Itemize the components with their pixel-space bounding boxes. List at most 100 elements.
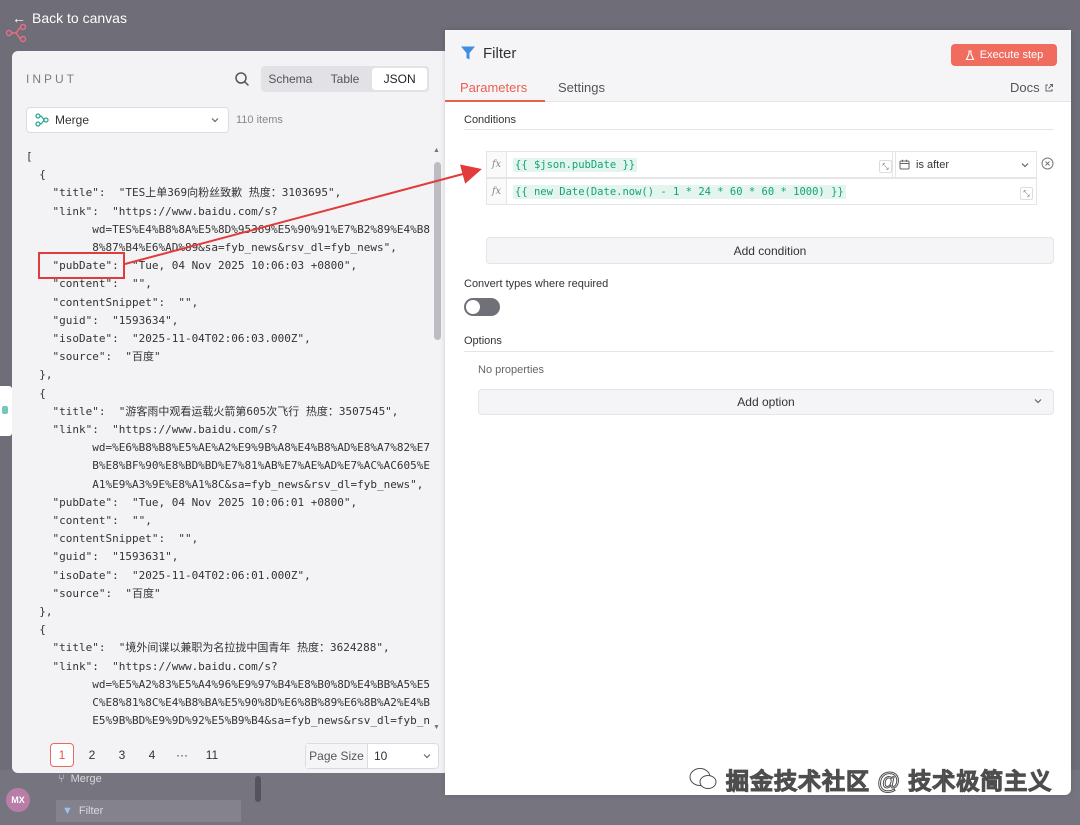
node-title[interactable]: Filter	[483, 45, 516, 62]
chevron-down-icon	[1021, 162, 1029, 167]
tab-settings[interactable]: Settings	[558, 80, 605, 95]
scrollbar-thumb[interactable]	[434, 162, 441, 340]
chevron-down-icon	[1034, 399, 1042, 404]
tab-schema[interactable]: Schema	[263, 68, 318, 90]
filter-header: Filter Execute step Parameters Settings …	[445, 30, 1071, 102]
convert-types-toggle[interactable]	[464, 298, 500, 316]
collapsed-panel-tab[interactable]	[0, 386, 12, 436]
toggle-knob	[466, 300, 480, 314]
json-line: "title": "游客雨中观看运载火箭第605次飞行 热度：3507545",	[26, 404, 399, 418]
conditions-title: Conditions	[464, 114, 516, 126]
scroll-down-arrow[interactable]: ▼	[433, 724, 440, 731]
json-line: wd=TES%E4%B8%8A%E5%8D%95369%E5%90%91%E7%…	[26, 222, 430, 236]
page-button[interactable]: 4	[140, 743, 164, 767]
execute-step-button[interactable]: Execute step	[951, 44, 1057, 66]
remove-condition-icon[interactable]	[1041, 157, 1054, 170]
docs-link[interactable]: Docs	[1010, 80, 1054, 95]
left-value-field[interactable]: fx {{ $json.pubDate }} ⤡	[486, 151, 896, 178]
left-value-expression: {{ $json.pubDate }}	[513, 157, 638, 172]
search-icon[interactable]	[234, 71, 250, 87]
fx-icon: fx	[487, 179, 507, 204]
chevron-down-icon	[423, 754, 431, 759]
page-button[interactable]: 1	[50, 743, 74, 767]
page-button[interactable]: 11	[200, 743, 224, 767]
json-line: B%E8%BF%90%E8%BD%BD%E7%81%AB%E7%AE%AD%E7…	[26, 459, 430, 473]
scroll-up-arrow[interactable]: ▲	[433, 147, 440, 154]
json-line: "guid": "1593631",	[26, 550, 179, 564]
filter-icon	[461, 46, 475, 60]
json-line: "link": "https://www.baidu.com/s?	[26, 204, 278, 218]
input-node-value: Merge	[55, 113, 90, 127]
json-line: "link": "https://www.baidu.com/s?	[26, 659, 278, 673]
workflow-logo-icon	[5, 23, 27, 43]
json-line: "source": "百度"	[26, 350, 161, 364]
json-line: E5%9B%BD%E9%9D%92%E5%B9%B4&sa=fyb_news&r…	[26, 714, 430, 728]
page-size-label: Page Size	[306, 744, 368, 768]
filter-icon: ▼	[62, 805, 73, 817]
view-mode-tabs: Schema Table JSON	[261, 66, 429, 92]
json-line: C%E8%81%8C%E4%B8%BA%E5%90%8D%E6%8B%89%E6…	[26, 696, 430, 710]
operator-select[interactable]: is after	[892, 151, 1037, 178]
expand-editor-icon[interactable]: ⤡	[1020, 187, 1033, 200]
page-button[interactable]: ···	[170, 743, 194, 767]
convert-types-label: Convert types where required	[464, 278, 609, 290]
items-count: 110 items	[236, 114, 283, 126]
input-panel: INPUT Schema Table JSON Merge 110 items …	[12, 51, 445, 773]
json-line: "link": "https://www.baidu.com/s?	[26, 423, 278, 437]
tab-json[interactable]: JSON	[372, 68, 428, 90]
right-value-expression: {{ new Date(Date.now() - 1 * 24 * 60 * 6…	[513, 184, 846, 199]
docs-label: Docs	[1010, 80, 1040, 95]
json-line: "contentSnippet": "",	[26, 532, 199, 546]
page-button[interactable]: 2	[80, 743, 104, 767]
options-title: Options	[464, 335, 502, 347]
json-line: [	[26, 150, 33, 163]
tab-table[interactable]: Table	[318, 68, 373, 90]
section-divider	[464, 351, 1054, 352]
page-button[interactable]: 3	[110, 743, 134, 767]
json-line: "title": "TES上单369向粉丝致歉 热度：3103695",	[26, 186, 342, 200]
json-line: "title": "境外间谍以兼职为名拉拢中国青年 热度：3624288",	[26, 641, 390, 655]
pagination: 1 2 3 4 ··· 11	[50, 743, 224, 767]
input-panel-title: INPUT	[26, 72, 77, 86]
json-line: "isoDate": "2025-11-04T02:06:01.000Z",	[26, 568, 311, 582]
json-line: },	[26, 368, 53, 382]
chevron-down-icon	[211, 118, 219, 123]
add-condition-button[interactable]: Add condition	[486, 237, 1054, 264]
json-line: A1%E9%A3%9E%E8%A1%8C&sa=fyb_news&rsv_dl=…	[26, 477, 424, 491]
json-line: {	[26, 386, 46, 400]
json-output[interactable]: [ { "title": "TES上单369向粉丝致歉 热度：3103695",…	[26, 148, 430, 740]
json-line: "pubDate": "Tue, 04 Nov 2025 10:06:01 +0…	[26, 495, 358, 509]
back-to-canvas-link[interactable]: ← Back to canvas	[12, 10, 127, 26]
expand-editor-icon[interactable]: ⤡	[879, 160, 892, 173]
canvas-node-filter[interactable]: ▼ Filter	[56, 800, 241, 822]
merge-icon: ⑂	[58, 773, 65, 785]
watermark-text: 掘金技术社区 @ 技术极简主义	[725, 768, 1053, 795]
input-node-select[interactable]: Merge	[26, 107, 229, 133]
fx-icon: fx	[487, 152, 507, 177]
section-divider	[464, 129, 1054, 130]
avatar[interactable]: MX	[6, 788, 30, 812]
external-link-icon	[1045, 83, 1053, 91]
canvas-node-label: Merge	[70, 773, 102, 785]
tab-parameters[interactable]: Parameters	[460, 80, 527, 95]
canvas-node-merge[interactable]: ⑂ Merge	[58, 773, 102, 785]
no-properties-text: No properties	[478, 364, 545, 376]
flask-icon	[965, 49, 975, 60]
right-value-field[interactable]: fx {{ new Date(Date.now() - 1 * 24 * 60 …	[486, 178, 1037, 205]
json-line: wd=%E5%A2%83%E5%A4%96%E9%97%B4%E8%B0%8D%…	[26, 677, 430, 691]
calendar-icon	[899, 159, 910, 170]
page-size-select[interactable]: Page Size 10	[305, 743, 439, 769]
watermark: 掘金技术社区 @ 技术极简主义	[688, 762, 1052, 796]
merge-icon	[35, 113, 49, 127]
json-line: "isoDate": "2025-11-04T02:06:03.000Z",	[26, 332, 311, 346]
json-line: "contentSnippet": "",	[26, 295, 199, 309]
add-option-select[interactable]: Add option	[478, 389, 1054, 415]
operator-value: is after	[916, 158, 950, 171]
execute-step-label: Execute step	[979, 49, 1044, 61]
json-line: {	[26, 623, 46, 637]
json-line: "source": "百度"	[26, 586, 161, 600]
json-line: },	[26, 605, 53, 619]
page-size-value-wrap: 10	[368, 744, 438, 768]
back-to-canvas-label: Back to canvas	[32, 10, 127, 26]
json-line: wd=%E6%B8%B8%E5%AE%A2%E9%9B%A8%E4%B8%AD%…	[26, 441, 430, 455]
